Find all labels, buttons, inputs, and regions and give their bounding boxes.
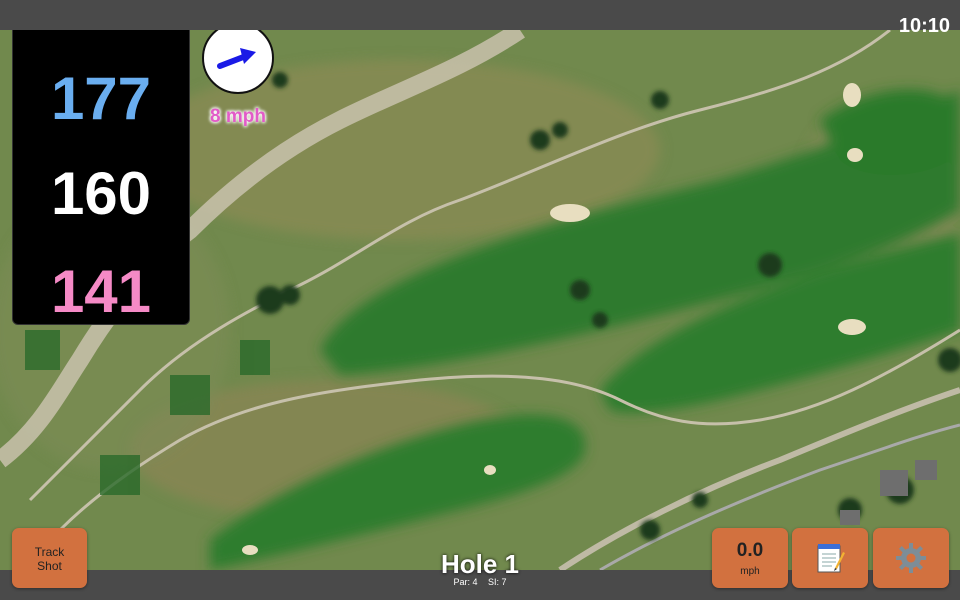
status-bar: 10:10 — [0, 0, 960, 37]
gear-icon — [896, 543, 926, 573]
clock: 10:10 — [898, 15, 950, 37]
speed-unit: mph — [740, 566, 760, 577]
notepad-icon — [817, 544, 845, 573]
speed-button[interactable]: 0.0 mph — [712, 528, 788, 588]
wind-indicator — [202, 22, 274, 94]
speed-value: 0.0 — [736, 540, 764, 561]
hole-info: Par: 4 SI: 7 — [380, 577, 580, 587]
track-shot-button[interactable]: Track Shot — [12, 528, 87, 588]
settings-button[interactable] — [873, 528, 949, 588]
wind-direction-arrow-icon — [217, 48, 256, 69]
track-shot-label-line1: Track — [34, 545, 65, 559]
track-shot-label-line2: Shot — [37, 559, 62, 573]
yardage-front: 141 — [50, 258, 152, 325]
hole-title: Hole 1 — [440, 549, 520, 579]
yardage-panel: 177 160 141 — [12, 23, 190, 325]
wind-speed-label: 8 mph — [210, 106, 266, 127]
hole-par: Par: 4 — [453, 577, 478, 587]
hole-stroke-index: SI: 7 — [488, 577, 507, 587]
yardage-back: 177 — [50, 65, 152, 132]
notes-button[interactable] — [792, 528, 868, 588]
yardage-center: 160 — [50, 160, 152, 227]
